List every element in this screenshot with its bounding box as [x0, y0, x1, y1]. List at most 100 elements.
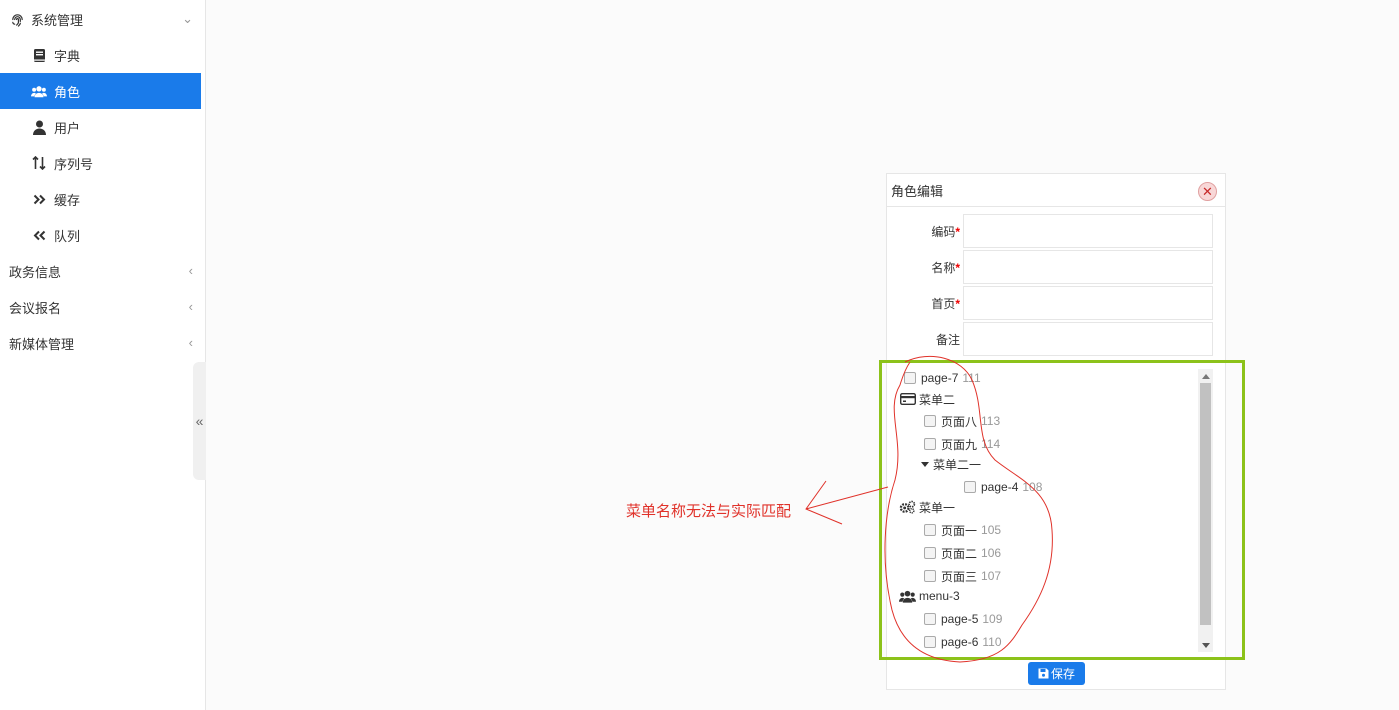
- tree-checkbox[interactable]: [924, 547, 936, 559]
- tree-checkbox[interactable]: [924, 636, 936, 648]
- tree-checkbox[interactable]: [904, 372, 916, 384]
- sidebar-collapse-handle[interactable]: «: [193, 362, 206, 480]
- sidebar-item-queue[interactable]: 队列: [0, 217, 201, 253]
- tree-leaf-label: page-6: [941, 635, 979, 649]
- form-row-name: 名称*: [887, 248, 1227, 284]
- chevron-left-icon: ‹: [188, 263, 193, 278]
- tree-leaf: 页面一 105: [924, 520, 1001, 540]
- tree-checkbox[interactable]: [924, 613, 936, 625]
- close-button[interactable]: ✕: [1198, 182, 1217, 201]
- book-icon: [31, 47, 47, 63]
- sidebar-item-role[interactable]: 角色: [0, 73, 201, 109]
- tree-leaf: 页面九 114: [924, 434, 1000, 454]
- tree-leaf-id: 114: [981, 437, 1001, 451]
- tree-leaf-label: page-7: [921, 371, 959, 385]
- sidebar-item-serial[interactable]: 序列号: [0, 145, 201, 181]
- tree-menu[interactable]: menu-3: [899, 586, 960, 606]
- sidebar: 系统管理 ⌄ 字典 角色 用户 序列号 缓存 队列 政务信息 ‹ 会议报名 ‹ …: [0, 0, 206, 710]
- form-row-homepage: 首页*: [887, 284, 1227, 320]
- required-mark: *: [955, 225, 960, 239]
- tree-submenu-label: 菜单二一: [933, 457, 982, 472]
- tree-menu[interactable]: 菜单一: [899, 497, 955, 517]
- double-left-icon: «: [195, 413, 204, 429]
- tree-menu-label: 菜单一: [919, 500, 956, 515]
- tree-submenu[interactable]: 菜单二一: [921, 454, 981, 474]
- tree-menu[interactable]: 菜单二: [899, 389, 955, 409]
- dialog-header: 角色编辑: [887, 174, 1225, 207]
- tree-scrollbar[interactable]: [1198, 369, 1213, 652]
- tree-menu-label: 菜单二: [919, 392, 956, 407]
- scroll-up-icon[interactable]: [1198, 369, 1213, 383]
- tree-leaf-label: page-4: [981, 480, 1019, 494]
- double-left-icon: [31, 227, 47, 243]
- users-icon: [31, 83, 47, 99]
- code-input[interactable]: [963, 214, 1213, 248]
- field-label: 首页*: [887, 295, 960, 312]
- tree-leaf-label: 页面二: [941, 546, 978, 561]
- remark-input[interactable]: [963, 322, 1213, 356]
- tree-leaf-label: 页面九: [941, 437, 978, 452]
- menu-tree: page-7 111 菜单二 页面八 113 页面九 114 菜单二一 page…: [895, 369, 1215, 654]
- tree-leaf-id: 106: [981, 546, 1002, 560]
- tree-leaf-id: 110: [982, 635, 1002, 649]
- sidebar-group-gov-info[interactable]: 政务信息 ‹: [0, 253, 201, 289]
- field-label-text: 编码: [931, 225, 956, 239]
- sidebar-group-label: 系统管理: [31, 12, 84, 28]
- tree-checkbox[interactable]: [924, 570, 936, 582]
- role-edit-dialog: 角色编辑 ✕ 编码* 名称* 首页* 备注 page-7 111 菜单二 页面八…: [886, 173, 1226, 690]
- sidebar-item-label: 序列号: [54, 156, 94, 172]
- form-row-remark: 备注: [887, 320, 1227, 356]
- chevron-left-icon: ‹: [188, 299, 193, 314]
- tree-leaf-label: 页面八: [941, 414, 978, 429]
- tree-menu-label: menu-3: [919, 589, 960, 603]
- sidebar-item-user[interactable]: 用户: [0, 109, 201, 145]
- field-label: 名称*: [887, 259, 960, 276]
- sidebar-item-label: 用户: [54, 120, 81, 136]
- tree-leaf-label: 页面一: [941, 523, 978, 538]
- save-icon: [1038, 668, 1049, 679]
- double-right-icon: [31, 191, 47, 207]
- field-label-text: 名称: [931, 261, 956, 275]
- tree-leaf-id: 107: [981, 569, 1002, 583]
- fingerprint-icon: [9, 11, 25, 27]
- field-label: 编码*: [887, 223, 960, 240]
- tree-checkbox[interactable]: [924, 415, 936, 427]
- tree-leaf-id: 111: [962, 371, 981, 385]
- sidebar-group-meeting[interactable]: 会议报名 ‹: [0, 289, 201, 325]
- field-label-text: 备注: [935, 333, 960, 347]
- tree-leaf-id: 113: [981, 414, 1001, 428]
- sidebar-group-new-media[interactable]: 新媒体管理 ‹: [0, 325, 201, 361]
- field-label-text: 首页: [931, 297, 956, 311]
- sidebar-item-label: 队列: [54, 228, 81, 244]
- sidebar-item-dictionary[interactable]: 字典: [0, 37, 201, 73]
- close-icon: ✕: [1202, 183, 1213, 199]
- field-label: 备注: [887, 331, 960, 348]
- dialog-title: 角色编辑: [891, 183, 944, 199]
- sidebar-item-cache[interactable]: 缓存: [0, 181, 201, 217]
- tree-leaf-label: 页面三: [941, 569, 978, 584]
- sidebar-group-system[interactable]: 系统管理 ⌄: [0, 1, 201, 37]
- scroll-down-icon[interactable]: [1198, 638, 1213, 652]
- tree-checkbox[interactable]: [924, 438, 936, 450]
- tree-leaf-label: page-5: [941, 612, 979, 626]
- required-mark: *: [955, 297, 960, 311]
- homepage-input[interactable]: [963, 286, 1213, 320]
- tree-leaf: page-5 109: [924, 609, 1002, 629]
- tree-checkbox[interactable]: [964, 481, 976, 493]
- scrollbar-thumb[interactable]: [1200, 383, 1211, 625]
- sidebar-item-label: 角色: [54, 84, 81, 100]
- sidebar-item-label: 缓存: [54, 192, 81, 208]
- tree-leaf: 页面三 107: [924, 566, 1001, 586]
- tree-checkbox[interactable]: [924, 524, 936, 536]
- name-input[interactable]: [963, 250, 1213, 284]
- tree-leaf: page-6 110: [924, 632, 1002, 652]
- save-button[interactable]: 保存: [1028, 662, 1085, 685]
- tree-leaf-id: 109: [982, 612, 1003, 626]
- sidebar-item-label: 字典: [54, 48, 81, 64]
- card-icon: [899, 392, 916, 406]
- tree-leaf: 页面二 106: [924, 543, 1001, 563]
- sidebar-group-label: 政务信息: [9, 264, 62, 280]
- tree-leaf: 页面八 113: [924, 411, 1000, 431]
- chevron-down-icon: ⌄: [182, 11, 193, 26]
- annotation-text: 菜单名称无法与实际匹配: [626, 503, 792, 520]
